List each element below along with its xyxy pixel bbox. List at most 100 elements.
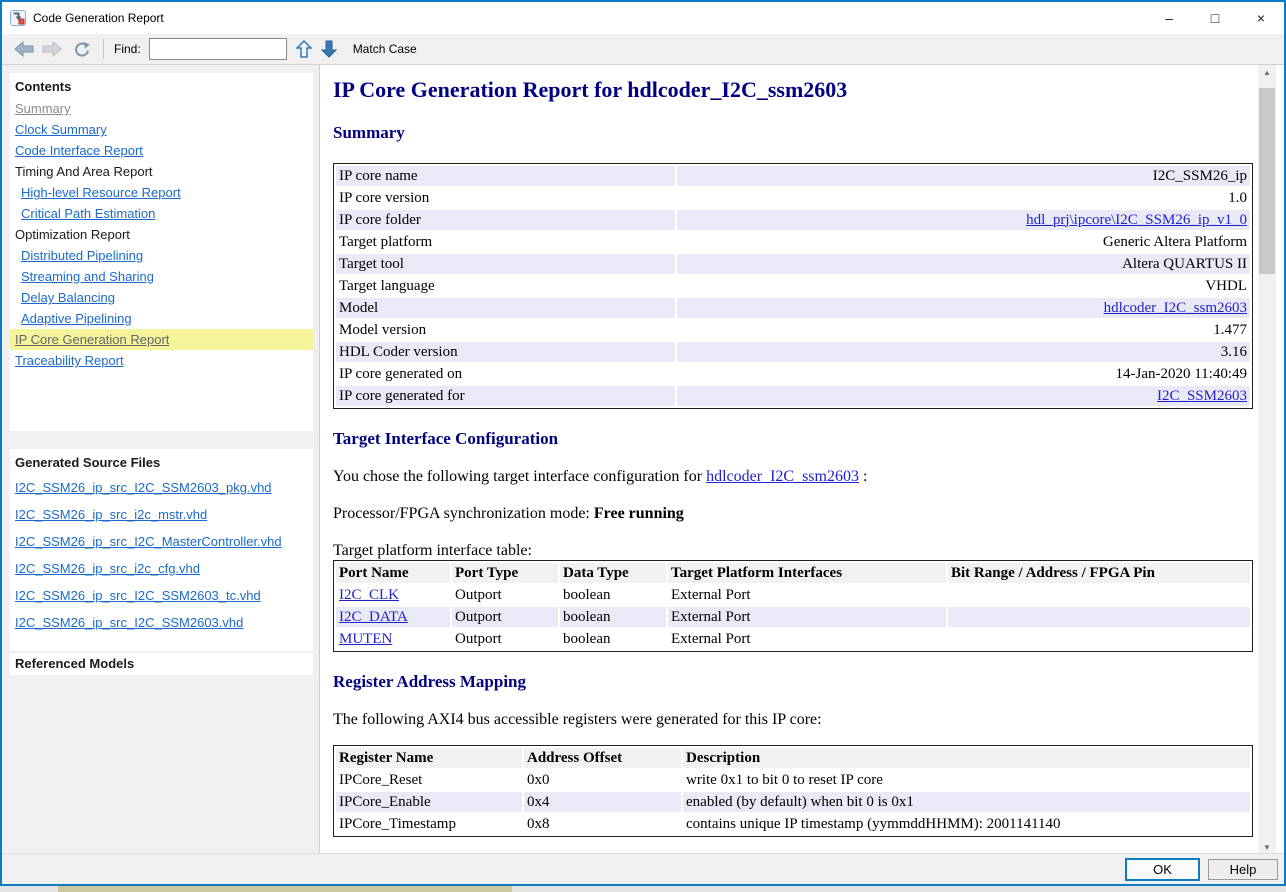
- table-row: Model version1.477: [336, 320, 1250, 340]
- generated-for-link[interactable]: I2C_SSM2603: [1157, 388, 1247, 404]
- scroll-up-icon[interactable]: ▲: [1258, 65, 1276, 81]
- code-generation-report-window: Code Generation Report – □ × Find:: [0, 0, 1286, 886]
- summary-table: IP core nameI2C_SSM26_ip IP core version…: [333, 163, 1253, 409]
- sidebar-item-distributed-pipelining[interactable]: Distributed Pipelining: [10, 245, 313, 266]
- sidebar-item-ip-core-generation-report[interactable]: IP Core Generation Report: [10, 329, 313, 350]
- sidebar-item-code-interface-report[interactable]: Code Interface Report: [10, 140, 313, 161]
- taskbar-fragment: [58, 886, 512, 892]
- find-next-button[interactable]: [321, 40, 337, 58]
- model-link[interactable]: hdlcoder_I2C_ssm2603: [1104, 300, 1247, 316]
- page-title: IP Core Generation Report for hdlcoder_I…: [333, 77, 1258, 103]
- table-header-row: Port Name Port Type Data Type Target Pla…: [336, 563, 1250, 583]
- refresh-button[interactable]: [72, 41, 91, 58]
- back-button[interactable]: [14, 41, 34, 57]
- table-row: Target platformGeneric Altera Platform: [336, 232, 1250, 252]
- report-app-icon: [10, 10, 26, 26]
- sync-mode-value: Free running: [594, 505, 684, 522]
- file-link[interactable]: I2C_SSM26_ip_src_i2c_cfg.vhd: [15, 555, 313, 582]
- scrollbar-thumb[interactable]: [1259, 88, 1275, 274]
- table-row: IP core folderhdl_prj\ipcore\I2C_SSM26_i…: [336, 210, 1250, 230]
- match-case-toggle[interactable]: Match Case: [353, 42, 417, 56]
- sidebar-item-delay-balancing[interactable]: Delay Balancing: [10, 287, 313, 308]
- minimize-button[interactable]: –: [1146, 2, 1192, 34]
- file-link[interactable]: I2C_SSM26_ip_src_I2C_SSM2603_pkg.vhd: [15, 474, 313, 501]
- table-row: I2C_DATA Outport boolean External Port: [336, 607, 1250, 627]
- generated-source-files-header: Generated Source Files: [10, 449, 313, 474]
- table-row: Target languageVHDL: [336, 276, 1250, 296]
- sidebar-item-critical-path-estimation[interactable]: Critical Path Estimation: [10, 203, 313, 224]
- up-arrow-icon: [296, 40, 312, 58]
- vertical-scrollbar[interactable]: ▲ ▼: [1258, 65, 1276, 853]
- sync-mode-text: Processor/FPGA synchronization mode: Fre…: [333, 504, 1258, 523]
- window-title: Code Generation Report: [33, 11, 164, 25]
- forward-button[interactable]: [42, 41, 62, 57]
- port-link[interactable]: MUTEN: [339, 631, 392, 647]
- table-header-row: Register Name Address Offset Description: [336, 748, 1250, 768]
- scroll-down-icon[interactable]: ▼: [1258, 843, 1276, 852]
- port-link[interactable]: I2C_CLK: [339, 587, 399, 603]
- table-row: Target toolAltera QUARTUS II: [336, 254, 1250, 274]
- sidebar-item-traceability-report[interactable]: Traceability Report: [10, 350, 313, 371]
- model-link[interactable]: hdlcoder_I2C_ssm2603: [706, 468, 859, 485]
- table-row: IPCore_Enable 0x4 enabled (by default) w…: [336, 792, 1250, 812]
- table-row: MUTEN Outport boolean External Port: [336, 629, 1250, 649]
- sidebar-item-optimization-report: Optimization Report: [10, 224, 313, 245]
- toolbar-separator: [103, 39, 104, 59]
- port-link[interactable]: I2C_DATA: [339, 609, 408, 625]
- generated-files-panel: Generated Source Files I2C_SSM26_ip_src_…: [10, 449, 313, 651]
- main-area: Contents Summary Clock Summary Code Inte…: [2, 65, 1284, 853]
- forward-arrow-icon: [42, 41, 62, 57]
- toolbar: Find: Match Case: [2, 34, 1284, 65]
- referenced-models-header: Referenced Models: [10, 653, 313, 675]
- interface-table-caption: Target platform interface table:: [333, 541, 1258, 560]
- table-row: IPCore_Timestamp 0x8 contains unique IP …: [336, 814, 1250, 834]
- sidebar-item-clock-summary[interactable]: Clock Summary: [10, 119, 313, 140]
- refresh-icon: [72, 41, 91, 58]
- sidebar-item-high-level-resource-report[interactable]: High-level Resource Report: [10, 182, 313, 203]
- register-intro-text: The following AXI4 bus accessible regist…: [333, 710, 1258, 729]
- file-link[interactable]: I2C_SSM26_ip_src_I2C_SSM2603_tc.vhd: [15, 582, 313, 609]
- contents-panel: Contents Summary Clock Summary Code Inte…: [10, 73, 313, 431]
- report-content: IP Core Generation Report for hdlcoder_I…: [321, 65, 1258, 853]
- title-bar: Code Generation Report – □ ×: [2, 2, 1284, 34]
- close-icon: ×: [1257, 10, 1265, 26]
- down-arrow-icon: [321, 40, 337, 58]
- find-previous-button[interactable]: [296, 40, 312, 58]
- sidebar: Contents Summary Clock Summary Code Inte…: [2, 65, 320, 853]
- table-row: I2C_CLK Outport boolean External Port: [336, 585, 1250, 605]
- sidebar-item-timing-and-area-report: Timing And Area Report: [10, 161, 313, 182]
- target-interface-heading: Target Interface Configuration: [333, 429, 1258, 449]
- referenced-models-panel: Referenced Models: [10, 653, 313, 675]
- file-link[interactable]: I2C_SSM26_ip_src_I2C_MasterController.vh…: [15, 528, 313, 555]
- help-button[interactable]: Help: [1208, 859, 1278, 880]
- register-mapping-heading: Register Address Mapping: [333, 672, 1258, 692]
- back-arrow-icon: [14, 41, 34, 57]
- file-link[interactable]: I2C_SSM26_ip_src_i2c_mstr.vhd: [15, 501, 313, 528]
- table-row: Modelhdlcoder_I2C_ssm2603: [336, 298, 1250, 318]
- close-button[interactable]: ×: [1238, 2, 1284, 34]
- minimize-icon: –: [1165, 10, 1173, 26]
- sidebar-item-streaming-and-sharing[interactable]: Streaming and Sharing: [10, 266, 313, 287]
- contents-header: Contents: [10, 73, 313, 98]
- target-platform-interface-table: Port Name Port Type Data Type Target Pla…: [333, 560, 1253, 652]
- desktop-strip: [0, 886, 1286, 892]
- find-input[interactable]: [149, 38, 287, 60]
- footer-bar: OK Help: [2, 853, 1284, 884]
- sidebar-item-adaptive-pipelining[interactable]: Adaptive Pipelining: [10, 308, 313, 329]
- maximize-icon: □: [1211, 10, 1219, 26]
- table-row: IP core generated forI2C_SSM2603: [336, 386, 1250, 406]
- table-row: IPCore_Reset 0x0 write 0x1 to bit 0 to r…: [336, 770, 1250, 790]
- ip-core-folder-link[interactable]: hdl_prj\ipcore\I2C_SSM26_ip_v1_0: [1026, 212, 1247, 228]
- window-controls: – □ ×: [1146, 2, 1284, 34]
- register-address-table: Register Name Address Offset Description…: [333, 745, 1253, 837]
- table-row: HDL Coder version3.16: [336, 342, 1250, 362]
- table-row: IP core generated on14-Jan-2020 11:40:49: [336, 364, 1250, 384]
- find-label: Find:: [114, 42, 141, 56]
- maximize-button[interactable]: □: [1192, 2, 1238, 34]
- ok-button[interactable]: OK: [1125, 858, 1200, 881]
- file-link[interactable]: I2C_SSM26_ip_src_I2C_SSM2603.vhd: [15, 609, 313, 636]
- table-row: IP core nameI2C_SSM26_ip: [336, 166, 1250, 186]
- target-intro-text: You chose the following target interface…: [333, 467, 1258, 486]
- summary-heading: Summary: [333, 123, 1258, 143]
- sidebar-item-summary[interactable]: Summary: [10, 98, 313, 119]
